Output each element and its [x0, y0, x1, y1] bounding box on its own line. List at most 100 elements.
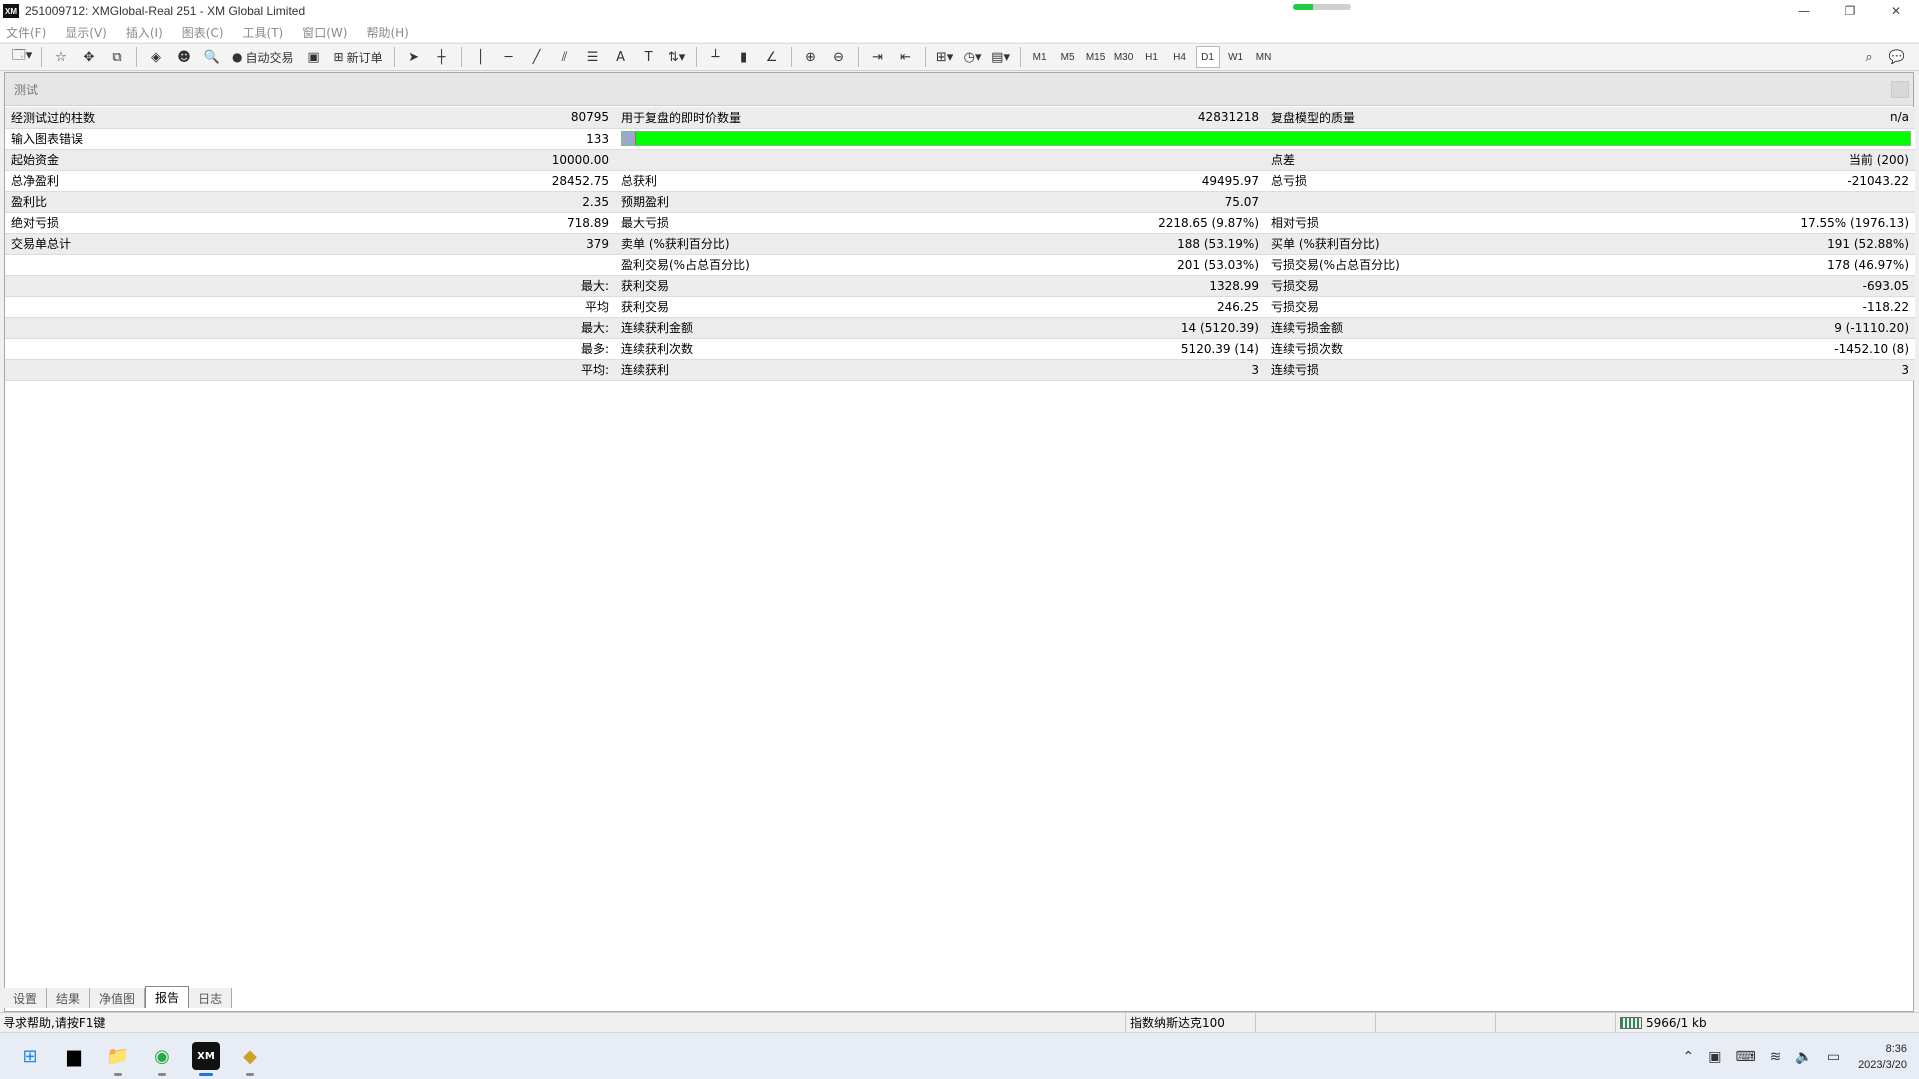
browser-icon[interactable]: ◉ — [148, 1042, 176, 1076]
timeframe-h4[interactable]: H4 — [1168, 46, 1192, 68]
menu-view[interactable]: 显示(V) — [65, 24, 107, 41]
report-value: 3 — [1525, 359, 1915, 381]
report-label: 获利交易 — [615, 296, 875, 318]
report-value: -693.05 — [1525, 275, 1915, 297]
chevron-up-icon[interactable]: ⌃ — [1682, 1049, 1694, 1065]
report-value: 10000.00 — [165, 149, 615, 171]
tab-results[interactable]: 结果 — [47, 988, 91, 1008]
xm-logo-icon: XM — [3, 4, 19, 18]
chart-shift-icon[interactable]: ⇤ — [895, 46, 917, 68]
report-label: 预期盈利 — [615, 191, 875, 213]
menu-tools[interactable]: 工具(T) — [243, 24, 284, 41]
report-value: 最大: — [165, 317, 615, 339]
tester-panel: 测试 经测试过的柱数 80795 用于复盘的即时价数量 42831218 复盘模… — [4, 72, 1915, 1012]
terminal-icon[interactable]: ☻ — [173, 46, 195, 68]
arrows-icon[interactable]: ⇅▾ — [666, 46, 688, 68]
metaeditor-icon[interactable]: ▣ — [303, 46, 325, 68]
timeframe-mn[interactable]: MN — [1252, 46, 1276, 68]
menu-file[interactable]: 文件(F) — [6, 24, 46, 41]
maximize-button[interactable]: ❐ — [1827, 0, 1873, 22]
search-icon[interactable]: ⌕ — [1858, 46, 1880, 68]
tab-settings[interactable]: 设置 — [4, 988, 48, 1008]
fibonacci-icon[interactable]: ☰ — [582, 46, 604, 68]
report-label: 亏损交易 — [1265, 275, 1525, 297]
report-value: 718.89 — [165, 212, 615, 234]
report-value: 201 (53.03%) — [875, 254, 1265, 276]
menu-chart[interactable]: 图表(C) — [182, 24, 224, 41]
zoom-out-icon[interactable]: ⊖ — [828, 46, 850, 68]
text-icon[interactable]: A — [610, 46, 632, 68]
minimize-button[interactable]: — — [1781, 0, 1827, 22]
trendline-icon[interactable]: ╱ — [526, 46, 548, 68]
periods-icon[interactable]: ◷▾ — [962, 46, 984, 68]
battery-icon[interactable]: ▭ — [1827, 1049, 1840, 1065]
timeframe-w1[interactable]: W1 — [1224, 46, 1248, 68]
chat-icon[interactable]: 💬 — [1886, 46, 1908, 68]
status-connection[interactable]: 5966/1 kb — [1615, 1012, 1775, 1033]
modelling-quality-bar — [621, 131, 1911, 146]
tab-journal[interactable]: 日志 — [189, 988, 233, 1008]
timeframe-m5[interactable]: M5 — [1056, 46, 1080, 68]
timeframe-m1[interactable]: M1 — [1028, 46, 1052, 68]
status-bar: 寻求帮助,请按F1键 指数纳斯达克100 5966/1 kb — [0, 1012, 1919, 1033]
menu-window[interactable]: 窗口(W) — [302, 24, 347, 41]
vertical-line-icon[interactable]: │ — [470, 46, 492, 68]
timeframe-d1[interactable]: D1 — [1195, 46, 1220, 68]
auto-trade-button[interactable]: ● 自动交易 — [229, 46, 297, 68]
report-label: 点差 — [1265, 149, 1525, 171]
file-explorer-icon[interactable]: 📁 — [104, 1042, 132, 1076]
report-label: 用于复盘的即时价数量 — [615, 107, 875, 129]
auto-scroll-icon[interactable]: ⇥ — [867, 46, 889, 68]
new-chart-icon[interactable]: 🗔▾ — [11, 46, 33, 68]
templates-icon[interactable]: ▤▾ — [990, 46, 1012, 68]
timeframe-h1[interactable]: H1 — [1140, 46, 1164, 68]
status-cell-empty — [1375, 1012, 1495, 1033]
table-row: 经测试过的柱数 80795 用于复盘的即时价数量 42831218 复盘模型的质… — [5, 107, 1915, 129]
timeframe-m15[interactable]: M15 — [1084, 46, 1108, 68]
text-label-icon[interactable]: T — [638, 46, 660, 68]
strategy-tester-icon[interactable]: 🔍 — [201, 46, 223, 68]
market-watch-icon[interactable]: ◈ — [145, 46, 167, 68]
zoom-in-icon[interactable]: ⊕ — [800, 46, 822, 68]
report-label — [5, 275, 165, 297]
line-chart-icon[interactable]: ∠ — [761, 46, 783, 68]
volume-muted-icon[interactable]: 🔈 — [1795, 1049, 1812, 1065]
indicators-icon[interactable]: ⊞▾ — [934, 46, 956, 68]
connection-text: 5966/1 kb — [1646, 1015, 1707, 1030]
horizontal-line-icon[interactable]: ─ — [498, 46, 520, 68]
title-bar: XM 251009712: XMGlobal-Real 251 - XM Glo… — [0, 0, 1919, 22]
report-value: 188 (53.19%) — [875, 233, 1265, 255]
report-value: 3 — [875, 359, 1265, 381]
report-label: 起始资金 — [5, 149, 165, 171]
tray-app-icon[interactable]: ▣ — [1708, 1049, 1721, 1065]
cursor-icon[interactable]: ➤ — [403, 46, 425, 68]
menu-insert[interactable]: 插入(I) — [126, 24, 163, 41]
favorites-icon[interactable]: ☆ — [50, 46, 72, 68]
wifi-icon[interactable]: ≋ — [1770, 1049, 1782, 1065]
windows-start-icon[interactable]: ⊞ — [16, 1042, 44, 1070]
channel-icon[interactable]: ⫽ — [554, 46, 576, 68]
timeframe-m30[interactable]: M30 — [1112, 46, 1136, 68]
app-icon[interactable]: ◆ — [236, 1042, 264, 1076]
bar-chart-icon[interactable]: ┴ — [705, 46, 727, 68]
clock[interactable]: 8:36 2023/3/20 — [1858, 1041, 1907, 1073]
new-order-button[interactable]: ⊞ 新订单 — [331, 46, 386, 68]
panel-close-button[interactable] — [1891, 81, 1909, 98]
tab-graph[interactable]: 净值图 — [90, 988, 146, 1008]
task-view-icon[interactable]: ▆ — [60, 1042, 88, 1070]
crosshair-icon[interactable]: ┼ — [431, 46, 453, 68]
data-window-icon[interactable]: ⧉ — [106, 46, 128, 68]
candlestick-icon[interactable]: ▮ — [733, 46, 755, 68]
xm-terminal-icon[interactable]: XM — [192, 1042, 220, 1076]
menu-help[interactable]: 帮助(H) — [366, 24, 408, 41]
panel-title: 测试 — [14, 82, 39, 97]
input-method-icon[interactable]: ⌨ — [1735, 1049, 1755, 1065]
report-value: n/a — [1525, 107, 1915, 129]
close-button[interactable]: ✕ — [1873, 0, 1919, 22]
tab-report[interactable]: 报告 — [145, 986, 190, 1008]
status-cell-empty — [1495, 1012, 1615, 1033]
navigator-icon[interactable]: ✥ — [78, 46, 100, 68]
report-label: 输入图表错误 — [5, 128, 165, 150]
table-row: 盈利交易(%占总百分比) 201 (53.03%) 亏损交易(%占总百分比) 1… — [5, 254, 1915, 276]
table-row: 最大: 获利交易 1328.99 亏损交易 -693.05 — [5, 275, 1915, 297]
